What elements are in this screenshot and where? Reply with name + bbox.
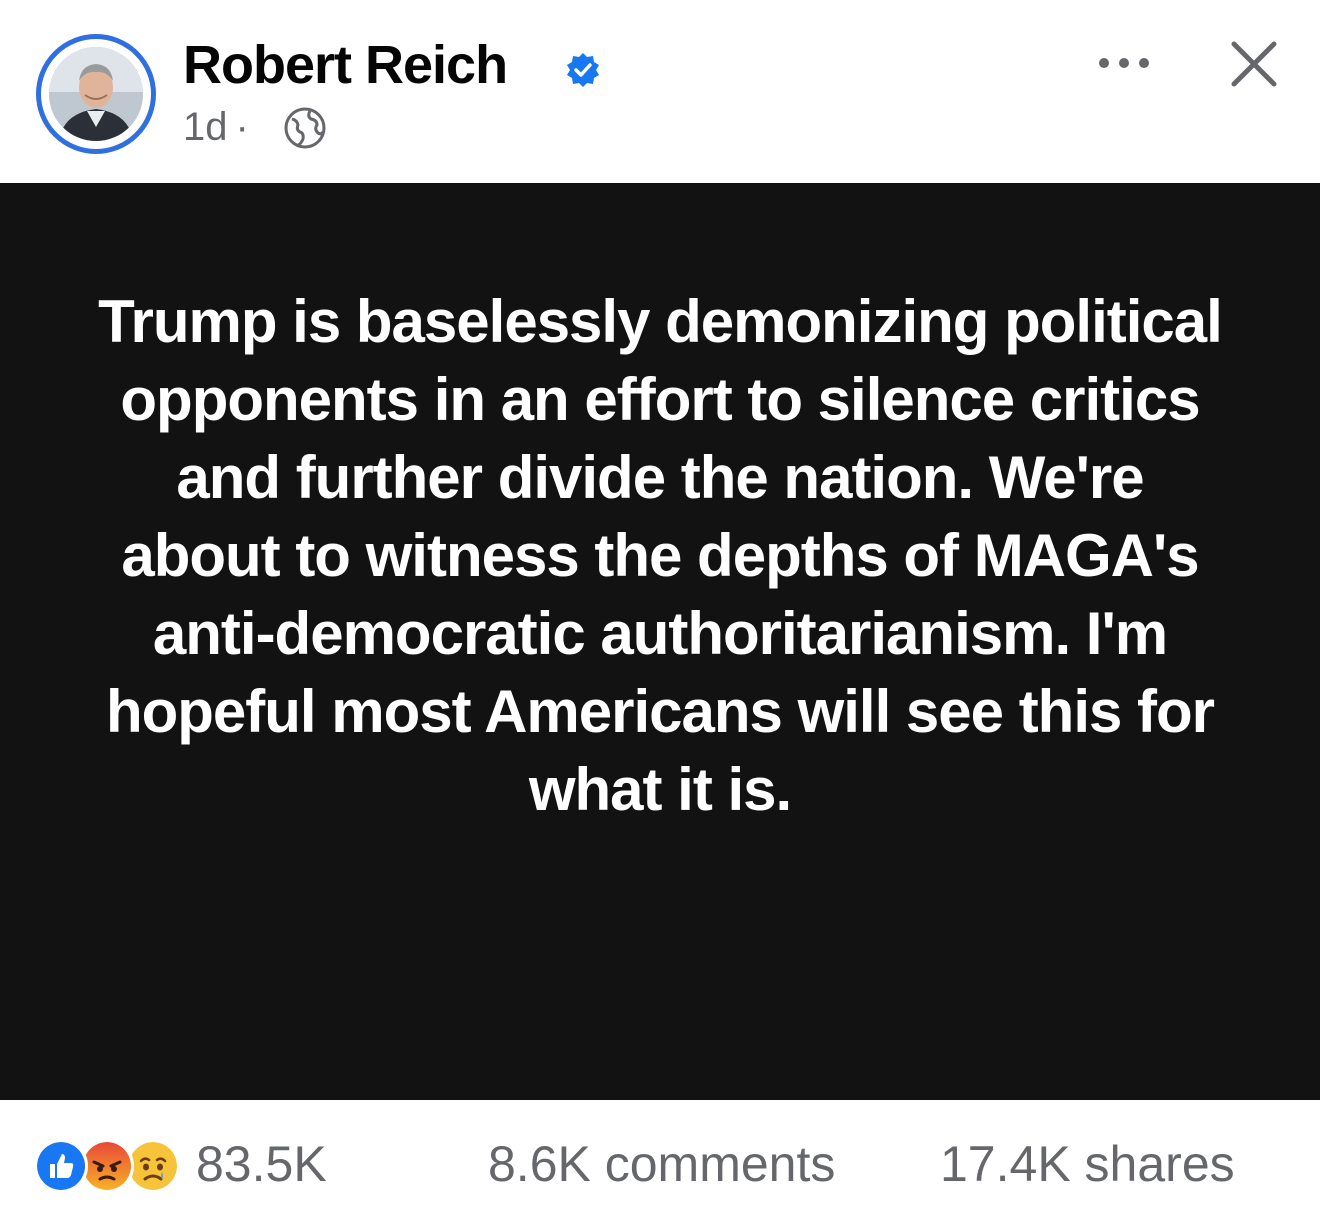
close-icon[interactable] <box>1228 38 1280 90</box>
angry-icon <box>80 1139 134 1193</box>
post-meta: 1d · <box>183 102 257 152</box>
avatar-photo <box>49 47 143 141</box>
more-options-icon[interactable] <box>1094 46 1154 80</box>
author-name[interactable]: Robert Reich <box>183 34 508 96</box>
post-time[interactable]: 1d <box>183 105 228 149</box>
globe-icon[interactable] <box>283 106 327 150</box>
like-icon <box>34 1139 88 1193</box>
avatar[interactable] <box>36 34 156 154</box>
post-text-image[interactable]: Trump is baselessly demonizing political… <box>0 183 1320 1100</box>
post-stats-bar: 83.5K 8.6K comments 17.4K shares <box>0 1100 1320 1218</box>
sad-icon <box>126 1139 180 1193</box>
post-header: Robert Reich 1d · <box>0 0 1320 183</box>
verified-badge-icon <box>567 53 599 87</box>
reaction-icons[interactable] <box>34 1139 184 1193</box>
reactions-count[interactable]: 83.5K <box>196 1134 327 1194</box>
shares-count[interactable]: 17.4K shares <box>940 1134 1235 1194</box>
comments-count[interactable]: 8.6K comments <box>488 1134 835 1194</box>
post-text: Trump is baselessly demonizing political… <box>98 288 1223 823</box>
meta-separator: · <box>235 105 249 149</box>
